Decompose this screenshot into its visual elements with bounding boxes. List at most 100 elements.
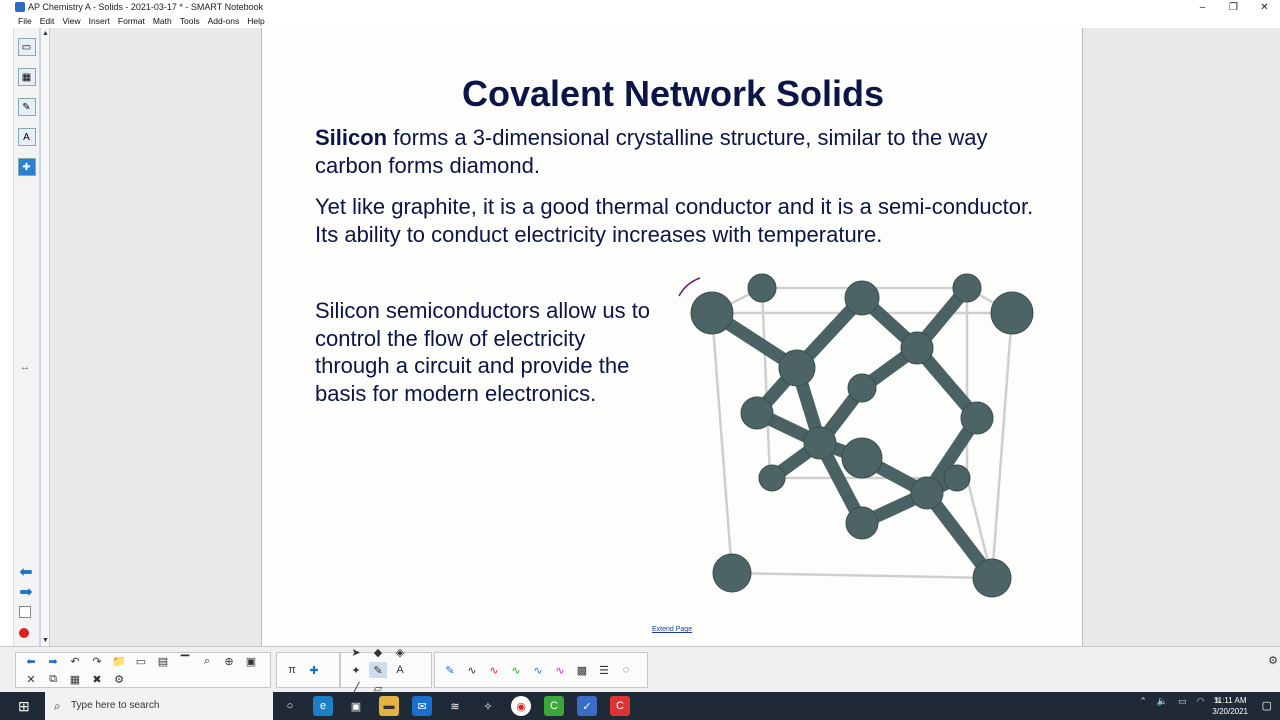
color-palette-icon[interactable]: ▩ xyxy=(573,662,591,678)
undo-icon[interactable]: ↶ xyxy=(66,653,84,669)
menu-help[interactable]: Help xyxy=(247,15,264,28)
scroll-up-icon[interactable]: ▲ xyxy=(42,30,49,37)
wifi-icon[interactable]: ◠ xyxy=(1197,696,1205,707)
system-tray: ⌃ 🔈 ▭ ◠ ✎ xyxy=(1129,696,1222,707)
chrome-icon[interactable]: ◉ xyxy=(511,696,531,716)
settings-tool-icon[interactable]: ⚙ xyxy=(110,671,128,687)
delete-icon[interactable]: ✕ xyxy=(22,671,40,687)
menu-edit[interactable]: Edit xyxy=(40,15,55,28)
minimize-button[interactable]: – xyxy=(1187,0,1218,15)
taskbar-clock[interactable]: 11:11 AM 3/20/2021 xyxy=(1212,695,1248,717)
paste-icon[interactable]: ▤ xyxy=(154,653,172,669)
page-sorter-icon: ▭ xyxy=(21,41,32,53)
forward-arrow-icon[interactable]: ➡ xyxy=(44,653,62,669)
windows-taskbar: ⊞ ⌕ Type here to search ○ e ▣ ▬ ✉ ≋ ✧ ◉ … xyxy=(0,692,1280,720)
camtasia-icon[interactable]: C xyxy=(544,696,564,716)
delete-page-icon[interactable] xyxy=(19,628,29,638)
open-folder-icon[interactable]: 📁 xyxy=(110,653,128,669)
side-tab-bar: ▭ ▦ ✎ A ✚ ↔ ⬅ ➡ xyxy=(14,28,41,646)
pen-red-icon[interactable]: ∿ xyxy=(485,662,503,678)
back-arrow-icon[interactable]: ⬅ xyxy=(22,653,40,669)
copy-icon[interactable]: ⧉ xyxy=(44,671,62,687)
settings-app-icon[interactable]: ✧ xyxy=(478,696,498,716)
toolbar-group-pens: ✎ ∿ ∿ ∿ ∿ ∿ ▩ ☰ ◌ xyxy=(434,652,648,688)
menu-file[interactable]: File xyxy=(18,15,32,28)
paragraph-silicon-text: forms a 3-dimensional crystalline struct… xyxy=(315,125,988,178)
taskbar-app-icons: ○ e ▣ ▬ ✉ ≋ ✧ ◉ C ✓ C xyxy=(280,696,643,716)
silicon-crystal-structure-image[interactable] xyxy=(672,253,1052,613)
previous-page-icon[interactable]: ⬅ xyxy=(16,563,36,583)
task-view-icon[interactable]: ○ xyxy=(280,696,300,716)
bottom-toolbar: ⬅ ➡ ↶ ↷ 📁 ▭ ▤ ▔ ⌕ ⊕ ▣ ✕ ⧉ ▦ ✖ ⚙ π ✚ ➤ ◆ … xyxy=(0,646,1280,695)
redo-icon[interactable]: ↷ xyxy=(88,653,106,669)
resize-handle-icon[interactable]: ↔ xyxy=(20,362,30,373)
addons-tab[interactable]: ✚ xyxy=(17,158,36,176)
screen-shade-icon[interactable]: ▔ xyxy=(176,653,194,669)
pen-black-icon[interactable]: ∿ xyxy=(463,662,481,678)
edge-browser-icon[interactable]: e xyxy=(313,696,333,716)
save-icon[interactable]: ▣ xyxy=(242,653,260,669)
toolbar-group-navigation: ⬅ ➡ ↶ ↷ 📁 ▭ ▤ ▔ ⌕ ⊕ ▣ ✕ ⧉ ▦ ✖ ⚙ xyxy=(15,652,271,688)
vertical-scrollbar[interactable]: ▲ ▼ xyxy=(41,28,50,646)
next-page-icon[interactable]: ➡ xyxy=(16,583,36,603)
recorder-icon[interactable]: C xyxy=(610,696,630,716)
add-page-tool-icon[interactable]: ⊕ xyxy=(220,653,238,669)
tray-chevron-icon[interactable]: ⌃ xyxy=(1139,696,1147,707)
store-icon[interactable]: ▣ xyxy=(346,696,366,716)
file-explorer-icon[interactable]: ▬ xyxy=(379,696,399,716)
notifications-icon[interactable]: ▢ xyxy=(1262,699,1272,712)
workspace-right-margin xyxy=(1084,28,1280,646)
menu-format[interactable]: Format xyxy=(118,15,145,28)
magnifier-icon[interactable]: ⌕ xyxy=(198,653,216,669)
menu-bar: File Edit View Insert Format Math Tools … xyxy=(0,15,1280,28)
menu-addons[interactable]: Add-ons xyxy=(208,15,240,28)
pens-icon[interactable]: ✎ xyxy=(369,662,387,678)
properties-tab[interactable]: A xyxy=(17,128,36,146)
pen-icon[interactable]: ✎ xyxy=(441,662,459,678)
menu-math[interactable]: Math xyxy=(153,15,172,28)
clock-date: 3/20/2021 xyxy=(1212,707,1248,716)
menu-insert[interactable]: Insert xyxy=(89,15,110,28)
math-tools-icon[interactable]: π xyxy=(283,662,301,678)
paragraph-silicon: Silicon forms a 3-dimensional crystallin… xyxy=(315,124,1035,179)
shapes-icon[interactable]: ◆ xyxy=(369,644,387,660)
mail-icon[interactable]: ✉ xyxy=(412,696,432,716)
line-style-icon[interactable]: ☰ xyxy=(595,662,613,678)
puzzle-icon: ✚ xyxy=(22,161,31,173)
restore-button[interactable]: ❐ xyxy=(1218,0,1249,15)
smart-notebook-icon xyxy=(15,2,25,12)
magic-pen-icon[interactable]: ✦ xyxy=(347,662,365,678)
toolbar-group-select: ➤ ◆ ◈ ✦ ✎ A ╱ ▱ xyxy=(340,647,432,695)
windows-start-icon[interactable]: ⊞ xyxy=(18,698,30,715)
search-placeholder: Type here to search xyxy=(71,700,160,711)
addon-tool-icon[interactable]: ✚ xyxy=(305,662,323,678)
close-button[interactable]: ✕ xyxy=(1249,0,1280,15)
battery-icon[interactable]: ▭ xyxy=(1178,696,1187,707)
table-icon[interactable]: ▦ xyxy=(66,671,84,687)
select-pointer-icon[interactable]: ➤ xyxy=(347,644,365,660)
display-icon[interactable]: ▭ xyxy=(132,653,150,669)
menu-tools[interactable]: Tools xyxy=(180,15,200,28)
smart-notebook-taskbar-icon[interactable]: ✓ xyxy=(577,696,597,716)
text-icon[interactable]: A xyxy=(391,662,409,678)
page-sorter-tab[interactable]: ▭ xyxy=(17,38,36,56)
pen-purple-icon[interactable]: ∿ xyxy=(551,662,569,678)
pen-blue-icon[interactable]: ∿ xyxy=(529,662,547,678)
taskbar-search-box[interactable]: ⌕ Type here to search xyxy=(45,692,273,720)
eraser-icon[interactable]: ◈ xyxy=(391,644,409,660)
add-page-icon[interactable] xyxy=(19,606,31,618)
menu-view[interactable]: View xyxy=(62,15,80,28)
network-app-icon[interactable]: ≋ xyxy=(445,696,465,716)
gallery-tab[interactable]: ▦ xyxy=(17,68,36,86)
pen-green-icon[interactable]: ∿ xyxy=(507,662,525,678)
toolbar-settings-icon[interactable]: ⚙ xyxy=(1268,654,1278,667)
notebook-page[interactable]: Covalent Network Solids Silicon forms a … xyxy=(261,28,1083,646)
volume-icon[interactable]: 🔈 xyxy=(1157,696,1168,707)
attachments-tab[interactable]: ✎ xyxy=(17,98,36,116)
effects-icon[interactable]: ◌ xyxy=(617,662,635,678)
paragraph-semiconductors: Silicon semiconductors allow us to contr… xyxy=(315,298,651,406)
clock-time: 11:11 AM xyxy=(1213,696,1247,705)
close-document-icon[interactable]: ✖ xyxy=(88,671,106,687)
scroll-down-icon[interactable]: ▼ xyxy=(42,637,49,644)
extend-page-link[interactable]: Extend Page xyxy=(652,626,692,633)
